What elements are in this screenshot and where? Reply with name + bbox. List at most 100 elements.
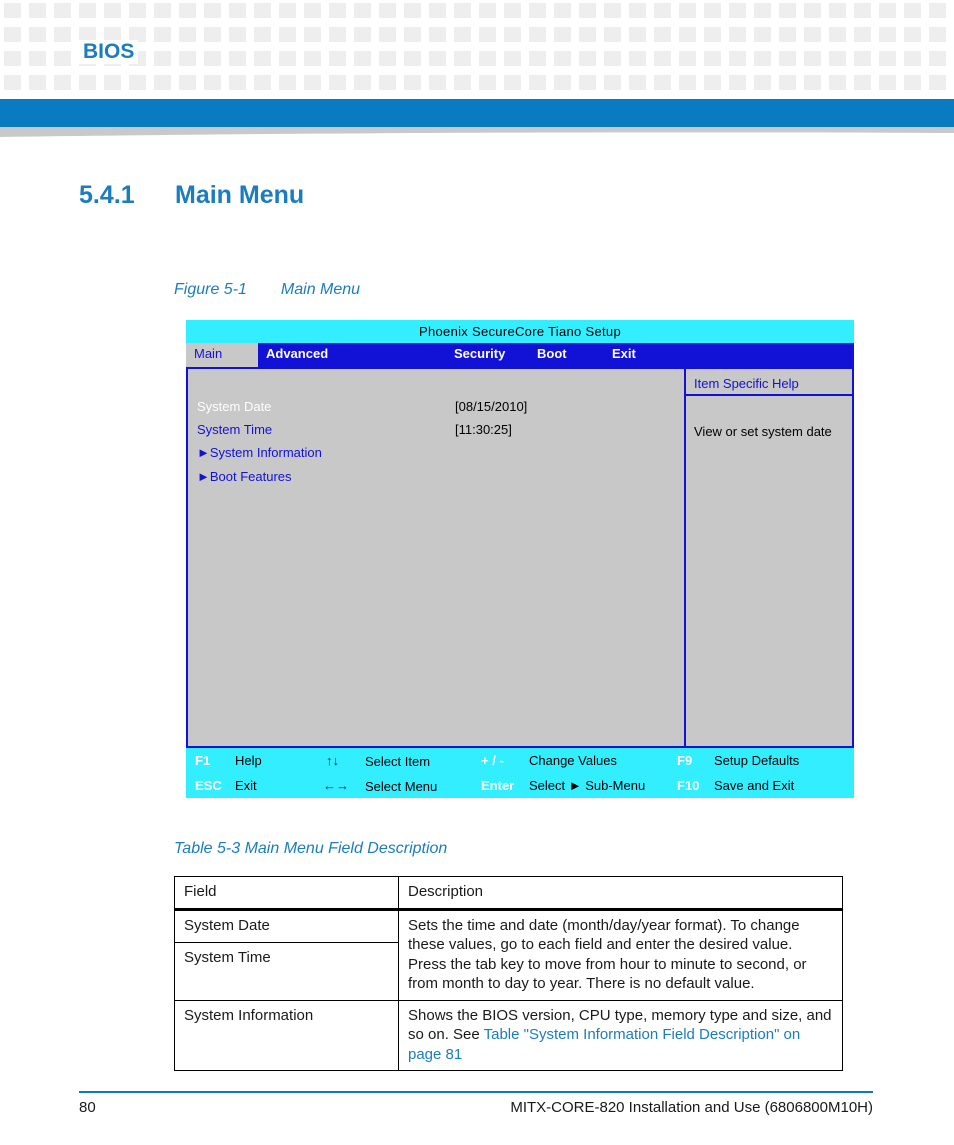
bios-field-boot-features[interactable]: ►Boot Features [197, 469, 292, 484]
pattern-square [579, 51, 596, 66]
section-number: 5.4.1 [79, 181, 135, 209]
pattern-square [354, 3, 371, 18]
bios-menu-exit[interactable]: Exit [612, 343, 636, 367]
pattern-square [754, 51, 771, 66]
page-title: 5.4.1 Main Menu [79, 181, 304, 210]
pattern-square [879, 27, 896, 42]
key-f9: F9 [677, 753, 693, 768]
bios-menu-advanced[interactable]: Advanced [266, 343, 328, 367]
pattern-square [754, 27, 771, 42]
pattern-square [904, 3, 921, 18]
key-enter-label: Select ► Sub-Menu [529, 778, 646, 793]
submenu-arrow-icon: ► [197, 469, 210, 484]
pattern-square [329, 27, 346, 42]
pattern-square [504, 51, 521, 66]
pattern-square [4, 27, 21, 42]
bios-help-panel: View or set system date [686, 396, 854, 748]
up-down-arrows-icon: ↑↓ [326, 753, 339, 768]
table-cell-field: System Date [174, 908, 399, 943]
bios-screenshot: Phoenix SecureCore Tiano Setup Main Adva… [186, 320, 854, 798]
pattern-square [929, 75, 946, 90]
pattern-square [254, 51, 271, 66]
pattern-square [929, 51, 946, 66]
table-header-description: Description [398, 876, 843, 911]
pattern-square [504, 75, 521, 90]
pattern-square [904, 75, 921, 90]
pattern-square [304, 75, 321, 90]
bios-field-system-time[interactable]: System Time [197, 422, 272, 437]
pattern-square [279, 3, 296, 18]
submenu-arrow-icon: ► [197, 445, 210, 460]
left-right-arrows-icon: ←→ [323, 778, 349, 793]
pattern-square [454, 3, 471, 18]
pattern-square [254, 27, 271, 42]
pattern-square [429, 3, 446, 18]
pattern-square [879, 51, 896, 66]
pattern-square [654, 27, 671, 42]
pattern-square [654, 3, 671, 18]
key-esc-label: Exit [235, 778, 257, 793]
bios-field-system-date[interactable]: System Date [197, 399, 271, 414]
footer-rule [79, 1091, 873, 1093]
field-description-table: Field Description System Date Sets the t… [174, 876, 843, 1071]
pattern-square [604, 3, 621, 18]
pattern-square [279, 27, 296, 42]
pattern-square [79, 3, 96, 18]
pattern-square [554, 51, 571, 66]
pattern-square [629, 75, 646, 90]
bios-menu-security[interactable]: Security [454, 343, 505, 367]
pattern-square [79, 75, 96, 90]
pattern-square [354, 75, 371, 90]
section-tag: BIOS [79, 40, 139, 64]
pattern-square [829, 27, 846, 42]
pattern-square [304, 3, 321, 18]
bios-value-system-date[interactable]: [08/15/2010] [455, 399, 527, 414]
pattern-square [179, 75, 196, 90]
pattern-square [204, 75, 221, 90]
pattern-square [729, 75, 746, 90]
pattern-square [804, 75, 821, 90]
pattern-square [679, 75, 696, 90]
bios-menu-main[interactable]: Main [186, 343, 258, 367]
bios-value-system-time[interactable]: [11:30:25] [455, 422, 512, 437]
table-cell-field: System Information [174, 999, 399, 1071]
pattern-square [229, 75, 246, 90]
pattern-square [529, 75, 546, 90]
pattern-square [354, 27, 371, 42]
pattern-square [804, 51, 821, 66]
table-row: System Information Shows the BIOS versio… [174, 999, 843, 1071]
pattern-square [104, 75, 121, 90]
bios-field-system-information[interactable]: ►System Information [197, 445, 322, 460]
pattern-square [604, 27, 621, 42]
figure-title: Main Menu [280, 281, 361, 298]
pattern-square [554, 75, 571, 90]
pattern-square [454, 27, 471, 42]
pattern-square [879, 75, 896, 90]
pattern-square [604, 75, 621, 90]
pattern-square [579, 3, 596, 18]
pattern-square [479, 3, 496, 18]
pattern-square [779, 75, 796, 90]
pattern-square [804, 27, 821, 42]
pattern-square [379, 3, 396, 18]
pattern-square [154, 75, 171, 90]
pattern-square [779, 27, 796, 42]
pattern-square [754, 3, 771, 18]
bios-menu-bar: Main Advanced Security Boot Exit [186, 343, 854, 367]
table-cell-description: Sets the time and date (month/day/year f… [398, 908, 843, 1001]
pattern-square [579, 27, 596, 42]
pattern-square [479, 51, 496, 66]
pattern-square [179, 27, 196, 42]
key-f9-label: Setup Defaults [714, 753, 800, 768]
pattern-square [404, 3, 421, 18]
pattern-square [479, 27, 496, 42]
pattern-square [879, 3, 896, 18]
pattern-square [629, 3, 646, 18]
pattern-square [929, 27, 946, 42]
pattern-square [679, 27, 696, 42]
pattern-square [154, 3, 171, 18]
pattern-square [154, 51, 171, 66]
bios-menu-boot[interactable]: Boot [537, 343, 567, 367]
table-header-row: Field Description [174, 876, 843, 911]
table-cell-description: Shows the BIOS version, CPU type, memory… [398, 999, 843, 1071]
